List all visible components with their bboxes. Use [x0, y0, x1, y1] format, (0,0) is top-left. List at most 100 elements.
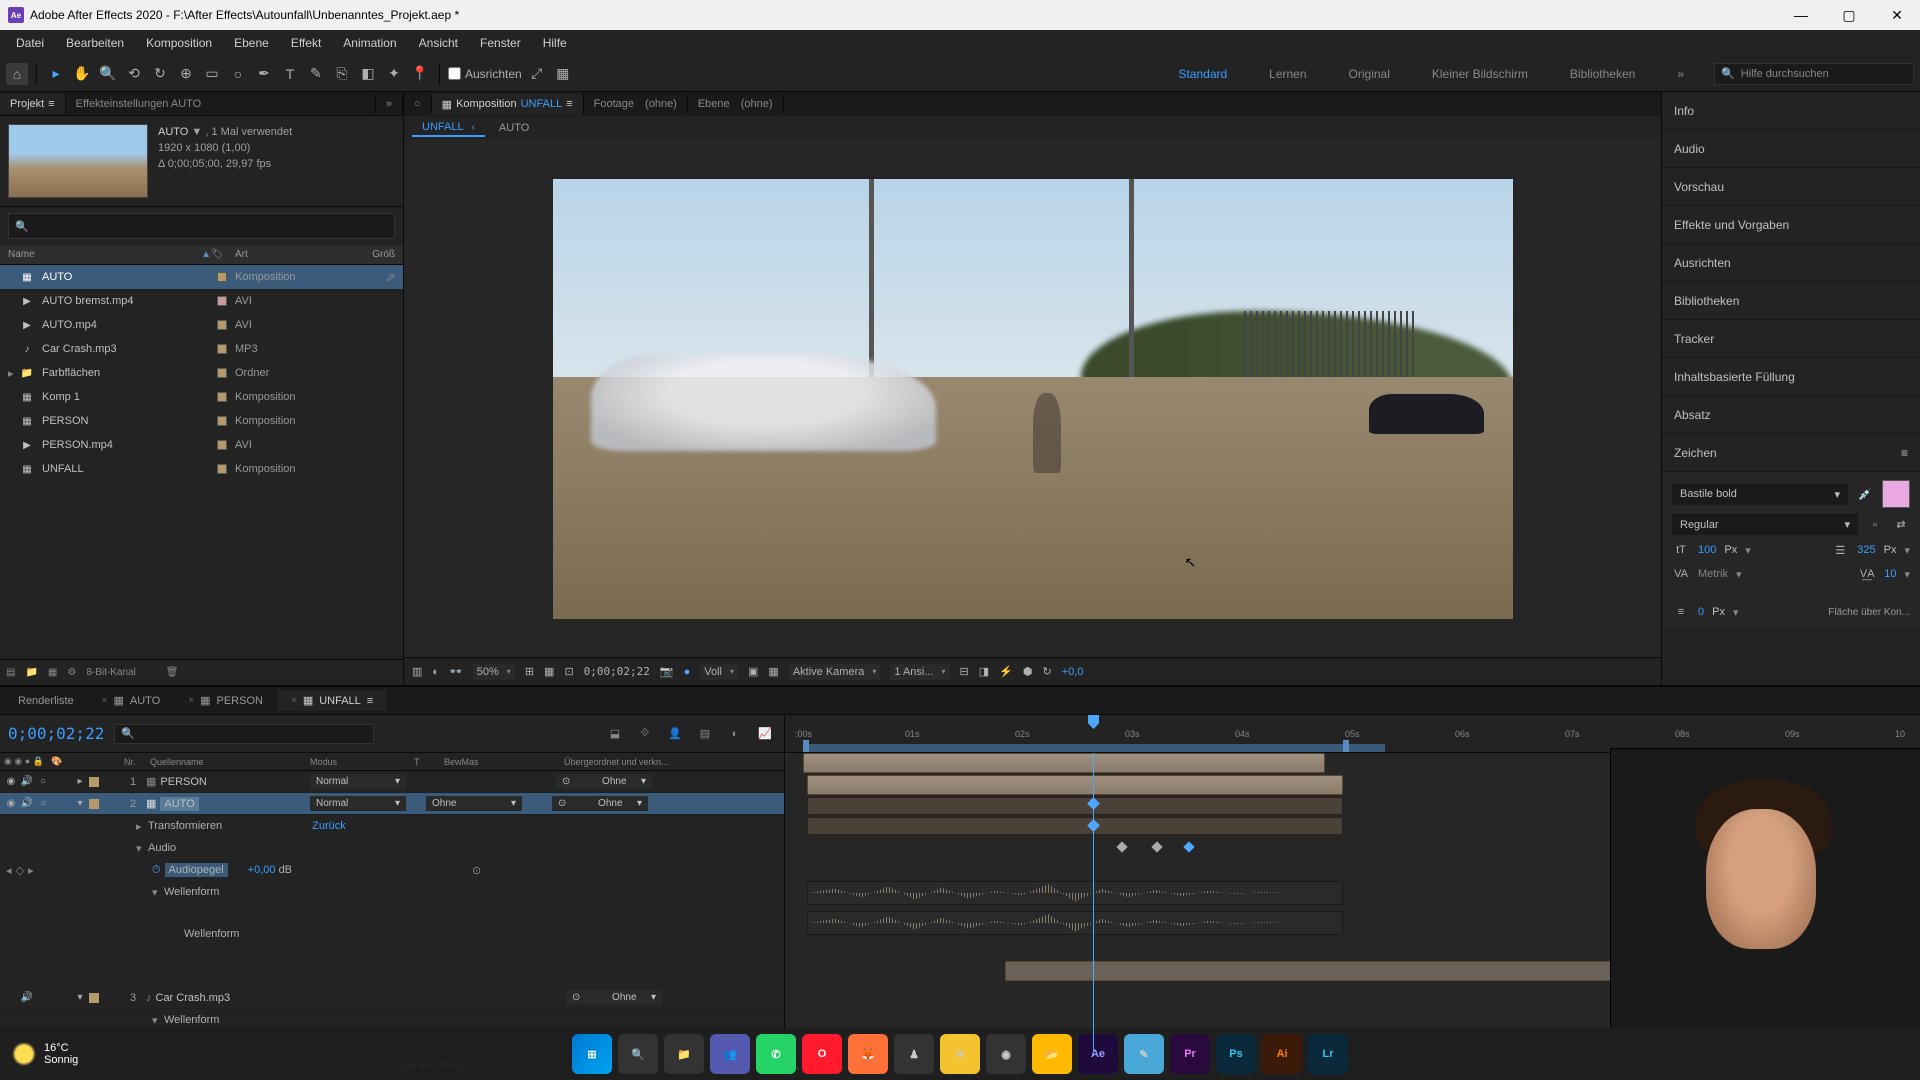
mode-dropdown[interactable]: Normal▾: [310, 796, 406, 811]
task-pr[interactable]: Pr: [1170, 1034, 1210, 1074]
new-folder-icon[interactable]: 📁: [25, 667, 37, 678]
motion-blur-icon[interactable]: ◐: [724, 723, 746, 745]
effect-controls-tab[interactable]: Effekteinstellungen AUTO: [66, 94, 376, 114]
menu-view[interactable]: Ansicht: [409, 32, 468, 54]
task-files[interactable]: 📂: [1032, 1034, 1072, 1074]
track-matte-dropdown[interactable]: Ohne▾: [426, 796, 522, 811]
fast-icon[interactable]: ⚡: [999, 665, 1013, 678]
alpha-icon[interactable]: ▥: [412, 665, 422, 678]
composition-tab[interactable]: ▦ Komposition UNFALL ≡: [432, 94, 584, 115]
snapshot-icon[interactable]: 📷: [660, 665, 674, 678]
project-item-auto-mp4[interactable]: ▶AUTO.mp4AVI: [0, 313, 403, 337]
menu-layer[interactable]: Ebene: [224, 32, 279, 54]
panel-preview[interactable]: Vorschau: [1662, 168, 1920, 206]
maximize-button[interactable]: ▢: [1834, 0, 1864, 30]
draft3d-icon[interactable]: ⟐: [634, 723, 656, 745]
bar-person[interactable]: [803, 753, 1325, 773]
project-tab[interactable]: Projekt≡: [0, 94, 66, 114]
rotate-tool[interactable]: ↻: [149, 63, 171, 85]
font-family-dropdown[interactable]: Bastile bold▾: [1672, 484, 1848, 505]
home-tool[interactable]: ⌂: [6, 63, 28, 85]
roi-icon[interactable]: ▣: [748, 665, 758, 678]
shy-icon[interactable]: 👤: [664, 723, 686, 745]
mode-dropdown[interactable]: Normal▾: [310, 774, 406, 789]
workspace-small[interactable]: Kleiner Bildschirm: [1426, 63, 1534, 85]
workspace-original[interactable]: Original: [1343, 63, 1396, 85]
bar-auto[interactable]: [807, 775, 1343, 795]
color-depth-label[interactable]: 8-Bit-Kanal: [86, 667, 135, 678]
menu-help[interactable]: Hilfe: [533, 32, 577, 54]
task-ai[interactable]: Ai: [1262, 1034, 1302, 1074]
workspace-learn[interactable]: Lernen: [1263, 63, 1312, 85]
breadcrumb-unfall[interactable]: UNFALL‹: [412, 119, 485, 137]
task-app2[interactable]: ☀: [940, 1034, 980, 1074]
prop-transform[interactable]: ▸ Transformieren Zurück: [0, 815, 784, 837]
project-search[interactable]: 🔍: [8, 213, 395, 239]
anchor-tool[interactable]: ⊕: [175, 63, 197, 85]
menu-animation[interactable]: Animation: [333, 32, 406, 54]
menu-composition[interactable]: Komposition: [136, 32, 222, 54]
type-tool[interactable]: T: [279, 63, 301, 85]
task-obs[interactable]: ◉: [986, 1034, 1026, 1074]
project-item-farbfl-chen[interactable]: ▸📁FarbflächenOrdner: [0, 361, 403, 385]
task-ae[interactable]: Ae: [1078, 1034, 1118, 1074]
layer-row-carcrash[interactable]: 🔊 ▾ 3 ♪ Car Crash.mp3 ⊙ Ohne▾: [0, 987, 784, 1009]
menu-window[interactable]: Fenster: [470, 32, 531, 54]
composition-viewer[interactable]: ↖: [404, 140, 1661, 657]
eyedropper-icon[interactable]: 💉: [1856, 485, 1874, 503]
zoom-dropdown[interactable]: 50%: [473, 664, 515, 680]
parent-dropdown[interactable]: ⊙ Ohne▾: [556, 774, 652, 789]
search-taskbar[interactable]: 🔍: [618, 1034, 658, 1074]
refresh-icon[interactable]: ↻: [1042, 665, 1051, 678]
keyframe-2[interactable]: [1151, 841, 1162, 852]
align-left-icon[interactable]: ≡: [1672, 603, 1690, 621]
project-item-person[interactable]: ▦PERSONKomposition: [0, 409, 403, 433]
zoom-tool[interactable]: 🔍: [97, 63, 119, 85]
project-item-auto[interactable]: ▦AUTOKomposition⬀: [0, 265, 403, 289]
brush-tool[interactable]: ✎: [305, 63, 327, 85]
task-app1[interactable]: ♟: [894, 1034, 934, 1074]
keyframe-1[interactable]: [1116, 841, 1127, 852]
footage-tab[interactable]: Footage (ohne): [584, 94, 688, 114]
comp-mini-flow-icon[interactable]: ⬓: [604, 723, 626, 745]
panel-libraries[interactable]: Bibliotheken: [1662, 282, 1920, 320]
panel-tracker[interactable]: Tracker: [1662, 320, 1920, 358]
panel-effects[interactable]: Effekte und Vorgaben: [1662, 206, 1920, 244]
menu-effect[interactable]: Effekt: [281, 32, 331, 54]
panel-paragraph[interactable]: Absatz: [1662, 396, 1920, 434]
puppet-tool[interactable]: 📍: [409, 63, 431, 85]
task-whatsapp[interactable]: ✆: [756, 1034, 796, 1074]
font-size-value[interactable]: 100: [1698, 544, 1716, 556]
tl-tab-render[interactable]: Renderliste: [4, 691, 88, 711]
interpret-footage-icon[interactable]: ▤: [6, 667, 15, 678]
task-firefox[interactable]: 🦊: [848, 1034, 888, 1074]
ellipse-tool[interactable]: ○: [227, 63, 249, 85]
pen-tool[interactable]: ✒: [253, 63, 275, 85]
workspace-libs[interactable]: Bibliotheken: [1564, 63, 1641, 85]
resolution-icon[interactable]: ⊞: [525, 665, 534, 678]
graph-editor-icon[interactable]: 📈: [754, 723, 776, 745]
selection-tool[interactable]: ▸: [45, 63, 67, 85]
color-icon[interactable]: ●: [684, 666, 691, 678]
parent-dropdown[interactable]: ⊙ Ohne▾: [552, 796, 648, 811]
task-explorer[interactable]: 📁: [664, 1034, 704, 1074]
stroke-icon[interactable]: ▫: [1866, 516, 1884, 534]
panel-content-aware[interactable]: Inhaltsbasierte Füllung: [1662, 358, 1920, 396]
tl-tab-auto[interactable]: ×▦ AUTO: [88, 690, 175, 711]
panel-more[interactable]: »: [376, 94, 403, 114]
eraser-tool[interactable]: ◧: [357, 63, 379, 85]
prop-audio[interactable]: ▾ Audio: [0, 837, 784, 859]
panel-character[interactable]: Zeichen≡: [1662, 434, 1920, 472]
menu-edit[interactable]: Bearbeiten: [56, 32, 134, 54]
breadcrumb-auto[interactable]: AUTO: [489, 120, 539, 136]
project-item-unfall[interactable]: ▦UNFALLKomposition: [0, 457, 403, 481]
workspace-standard[interactable]: Standard: [1172, 63, 1233, 85]
viewer-timecode[interactable]: 0;00;02;22: [584, 665, 650, 678]
frame-blend-icon[interactable]: ▤: [694, 723, 716, 745]
timeline-search[interactable]: 🔍: [114, 724, 374, 744]
guides-icon[interactable]: ⊡: [564, 665, 573, 678]
task-lr[interactable]: Lr: [1308, 1034, 1348, 1074]
playhead[interactable]: [1093, 753, 1094, 1056]
panel-audio[interactable]: Audio: [1662, 130, 1920, 168]
exposure-value[interactable]: +0,0: [1062, 666, 1084, 678]
